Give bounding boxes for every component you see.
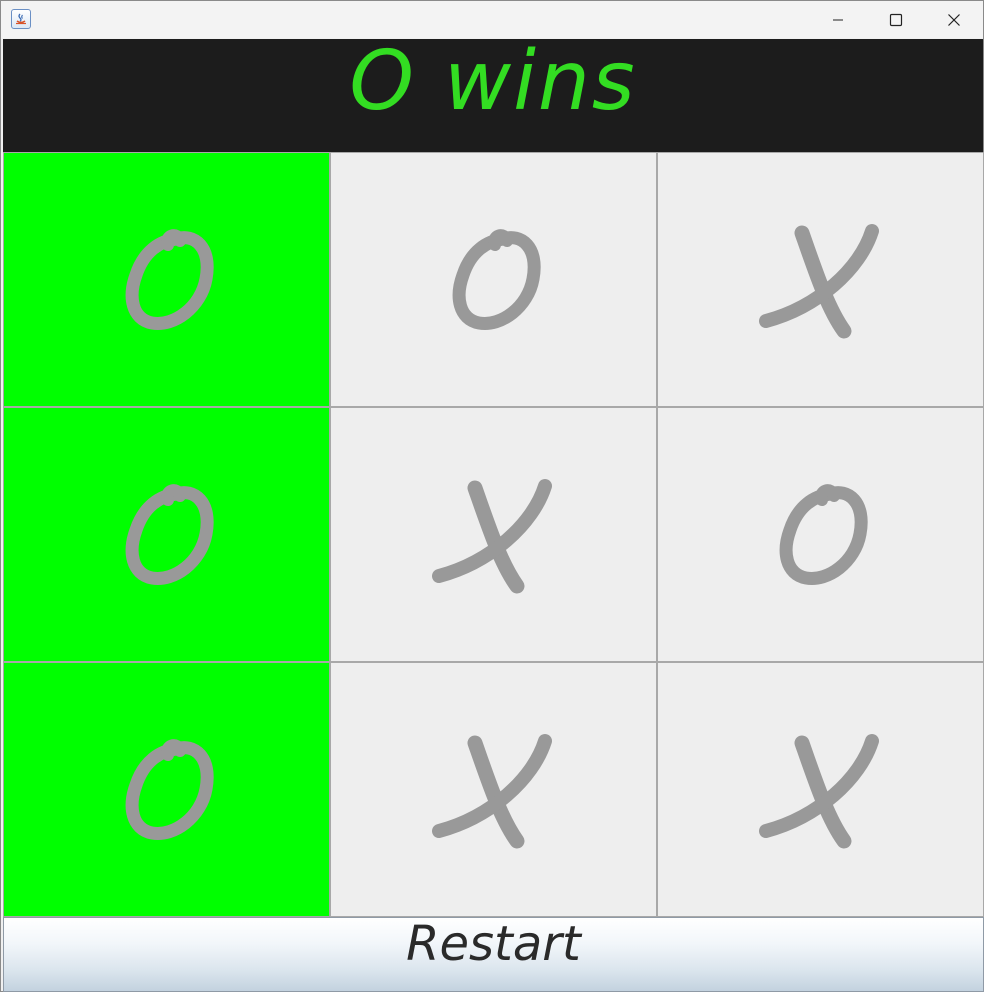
o-mark-icon: [125, 483, 214, 585]
o-mark-icon: [779, 483, 868, 585]
o-mark-icon: [125, 228, 214, 330]
maximize-button[interactable]: [867, 1, 925, 38]
minimize-icon: [833, 19, 843, 20]
board-cell[interactable]: [3, 152, 330, 407]
o-mark-icon: [452, 228, 541, 330]
status-banner: O wins: [3, 39, 983, 152]
java-icon[interactable]: [11, 9, 31, 29]
minimize-button[interactable]: [809, 1, 867, 38]
title-bar[interactable]: [1, 1, 983, 38]
game-window: O wins Restart: [0, 0, 984, 992]
x-mark-icon: [758, 733, 879, 848]
restart-button[interactable]: Restart: [3, 917, 984, 992]
o-mark-icon: [125, 738, 214, 840]
close-button[interactable]: [925, 1, 983, 38]
board-cell[interactable]: [3, 407, 330, 662]
status-text: O wins: [349, 39, 637, 129]
board-cell[interactable]: [3, 662, 330, 917]
x-mark-icon: [431, 733, 552, 848]
board-cell[interactable]: [657, 407, 984, 662]
board-cell[interactable]: [657, 152, 984, 407]
x-mark-icon: [431, 478, 552, 593]
x-mark-icon: [758, 223, 879, 338]
maximize-icon: [889, 13, 903, 26]
board-cell[interactable]: [330, 662, 657, 917]
board-cell[interactable]: [330, 407, 657, 662]
game-board: [3, 152, 984, 917]
board-cell[interactable]: [330, 152, 657, 407]
board-cell[interactable]: [657, 662, 984, 917]
close-icon: [948, 13, 960, 26]
